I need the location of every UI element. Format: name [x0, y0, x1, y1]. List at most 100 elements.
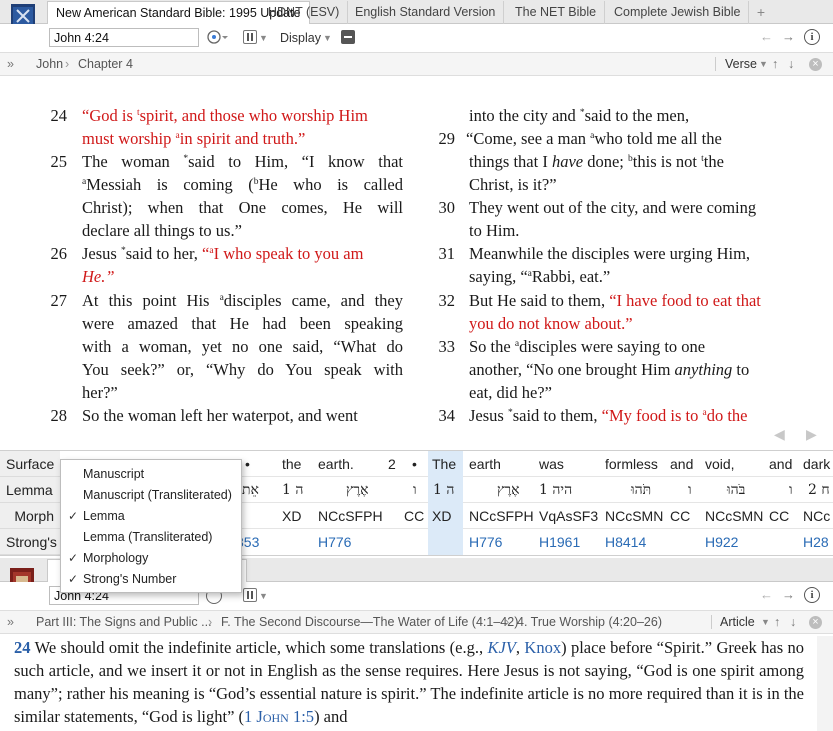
back-arrow-icon[interactable]: ←	[760, 29, 773, 44]
surface-word[interactable]: earth.	[318, 451, 354, 477]
new-tab-button[interactable]: +	[752, 2, 770, 24]
menu-item-manuscript-transliterated[interactable]: Manuscript (Transliterated)	[61, 485, 241, 506]
surface-word[interactable]: was	[539, 451, 564, 477]
row-header-strongs[interactable]: Strong's	[0, 529, 60, 555]
morph-code[interactable]: CC	[670, 503, 690, 529]
breadcrumb-section[interactable]: F. The Second Discourse—The Water of Lif…	[221, 611, 518, 633]
morph-code[interactable]: NCc	[803, 503, 830, 529]
chevron-down-icon[interactable]: ▼	[259, 591, 268, 601]
morph-code[interactable]: NCcSFPH	[318, 503, 383, 529]
menu-item-morphology[interactable]: ✓ Morphology	[61, 548, 241, 569]
sync-mode-button[interactable]: Article	[720, 611, 755, 633]
collapse-icon[interactable]: »	[7, 53, 14, 75]
surface-word[interactable]: and	[670, 451, 693, 477]
scrollbar[interactable]	[817, 636, 833, 731]
lemma-word[interactable]: אֵת	[242, 477, 259, 503]
scroll-up-icon[interactable]: ↑	[772, 53, 778, 75]
breadcrumb-chapter[interactable]: Chapter 4	[78, 53, 133, 75]
strongs-link[interactable]: H922	[705, 529, 738, 555]
surface-word[interactable]: •	[245, 451, 250, 477]
scroll-down-icon[interactable]: ↓	[788, 53, 794, 75]
surface-word[interactable]: and	[769, 451, 792, 477]
lemma-word[interactable]: אֶרֶץ	[497, 477, 520, 503]
lemma-word[interactable]: ה 1	[282, 477, 303, 503]
forward-arrow-icon[interactable]: →	[782, 29, 795, 44]
display-menu-button[interactable]: Display	[280, 29, 321, 47]
chevron-right-icon: ›	[208, 615, 213, 629]
morph-code[interactable]: NCcSFPH	[469, 503, 534, 529]
abbreviation-link[interactable]: Knox	[524, 638, 561, 657]
menu-item-strongs-number[interactable]: ✓ Strong's Number	[61, 569, 241, 590]
chevron-down-icon[interactable]: ▼	[323, 33, 332, 43]
strongs-link[interactable]: H28	[803, 529, 829, 555]
lemma-word[interactable]: בֹּהוּ	[727, 477, 745, 503]
info-icon[interactable]: i	[804, 587, 820, 603]
lemma-word[interactable]: אֶרֶץ	[346, 477, 369, 503]
abbreviation-link[interactable]: KJV	[488, 638, 516, 657]
surface-word[interactable]: the	[282, 451, 301, 477]
menu-item-lemma-transliterated[interactable]: Lemma (Transliterated)	[61, 527, 241, 548]
next-page-icon[interactable]: ▶	[806, 424, 817, 447]
chevron-down-icon[interactable]: ▼	[761, 611, 770, 633]
scroll-up-icon[interactable]: ↑	[774, 611, 780, 633]
info-icon[interactable]: i	[804, 29, 820, 45]
breadcrumb-book[interactable]: John	[36, 53, 63, 75]
breadcrumb-subsection[interactable]: 4. True Worship (4:20–26)	[517, 611, 662, 633]
lemma-word[interactable]: היה 1	[539, 477, 572, 503]
lemma-word[interactable]: תֹּהוּ	[631, 477, 651, 503]
commentary-text: 24 We should omit the indefinite article…	[14, 638, 804, 726]
collapse-icon[interactable]: »	[7, 611, 14, 633]
visual-filters-icon[interactable]	[341, 30, 355, 44]
scripture-link[interactable]: 1 John 1:5	[244, 707, 314, 726]
tab-cjb[interactable]: Complete Jewish Bible	[606, 1, 750, 24]
strongs-link[interactable]: H1961	[539, 529, 580, 555]
verse-number[interactable]: 2	[388, 451, 396, 477]
close-icon[interactable]: ×	[809, 616, 822, 629]
forward-arrow-icon[interactable]: →	[782, 587, 795, 602]
morph-code[interactable]: CC	[404, 503, 424, 529]
check-icon: ✓	[68, 572, 79, 586]
row-header-morph[interactable]: Morph	[0, 503, 60, 529]
lemma-word[interactable]: 2 ח	[808, 477, 830, 503]
chevron-down-icon[interactable]: ▼	[759, 53, 768, 75]
previous-page-icon[interactable]: ◀	[774, 424, 785, 447]
lemma-word[interactable]: ו	[789, 477, 793, 503]
tab-esv[interactable]: English Standard Version	[347, 1, 505, 24]
scroll-down-icon[interactable]: ↓	[790, 611, 796, 633]
strongs-link[interactable]: H776	[469, 529, 502, 555]
row-header-surface[interactable]: Surface	[0, 451, 60, 477]
menu-item-manuscript[interactable]: Manuscript	[61, 464, 241, 485]
tab-hdnt[interactable]: HDNT (ESV)	[260, 1, 349, 24]
surface-word[interactable]: dark	[803, 451, 830, 477]
surface-word[interactable]: void,	[705, 451, 735, 477]
morph-code[interactable]: XD	[282, 503, 301, 529]
morph-code[interactable]: VqAsSF3	[539, 503, 598, 529]
chevron-down-icon[interactable]: ▼	[259, 33, 268, 43]
strongs-link[interactable]: H776	[318, 529, 351, 555]
verse-link[interactable]: 24	[14, 638, 31, 657]
reference-input[interactable]	[49, 28, 199, 47]
bible-text-pane: 24 “God is tspirit, and those who worshi…	[0, 76, 833, 450]
surface-word[interactable]: formless	[605, 451, 658, 477]
lemma-word[interactable]: ו	[688, 477, 692, 503]
menu-item-lemma[interactable]: ✓ Lemma	[61, 506, 241, 527]
surface-word[interactable]: The	[432, 451, 456, 477]
parallel-resources-icon[interactable]	[206, 28, 230, 51]
morph-code[interactable]: NCcSMN	[705, 503, 763, 529]
back-arrow-icon[interactable]: ←	[760, 587, 773, 602]
sync-mode-button[interactable]: Verse	[725, 53, 757, 75]
layout-icon[interactable]	[243, 30, 257, 44]
morph-code[interactable]: XD	[432, 503, 451, 529]
lemma-word[interactable]: ו	[413, 477, 417, 503]
row-header-lemma[interactable]: Lemma	[0, 477, 60, 503]
lemma-word[interactable]: ה 1	[433, 477, 454, 503]
surface-word[interactable]: •	[412, 451, 417, 477]
breadcrumb-part[interactable]: Part III: The Signs and Public ...	[36, 611, 212, 633]
tab-net[interactable]: The NET Bible	[507, 1, 606, 24]
layout-icon[interactable]	[243, 588, 257, 602]
strongs-link[interactable]: H8414	[605, 529, 646, 555]
close-icon[interactable]: ×	[809, 58, 822, 71]
morph-code[interactable]: CC	[769, 503, 789, 529]
surface-word[interactable]: earth	[469, 451, 501, 477]
morph-code[interactable]: NCcSMN	[605, 503, 663, 529]
